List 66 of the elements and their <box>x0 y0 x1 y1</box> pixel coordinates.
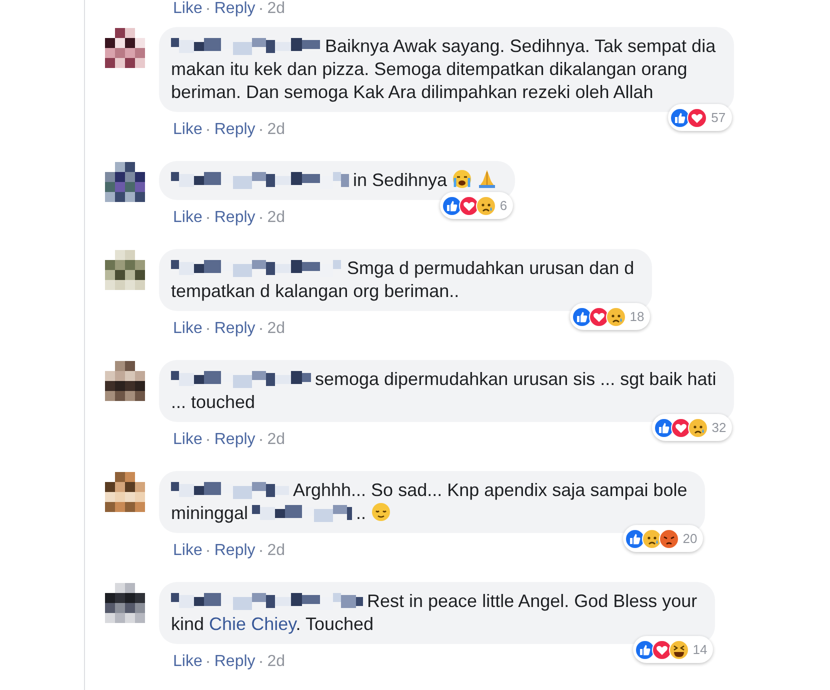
comment-text: beriman. Dan semoga Kak Ara dilimpahkan rezeki oleh Allah <box>171 82 654 102</box>
heart-reaction-icon <box>458 196 479 216</box>
like-reaction-icon <box>442 196 462 216</box>
like-link[interactable]: Like <box>173 320 202 338</box>
reaction-count: 32 <box>712 419 726 437</box>
sad-face-icon <box>606 306 626 326</box>
timestamp: 2d <box>267 431 286 449</box>
reply-link[interactable]: Reply <box>214 0 256 18</box>
heart-reaction-icon <box>588 306 609 326</box>
like-link[interactable]: Like <box>173 0 202 18</box>
reaction-count: 20 <box>682 530 698 548</box>
like-reaction-icon <box>634 640 655 660</box>
like-link[interactable]: Like <box>173 121 202 139</box>
reaction-badge[interactable]: 6 <box>440 192 514 219</box>
reply-link[interactable]: Reply <box>214 320 256 338</box>
comment-text: Rest in peace little Angel. God Bless your <box>367 591 698 611</box>
comment-text: Baiknya Awak sayang. Sedihnya. Tak sempat dia <box>325 36 716 56</box>
crying-face-icon <box>452 169 472 189</box>
like-link[interactable]: Like <box>173 209 202 227</box>
laughing-face-icon <box>668 640 689 660</box>
reaction-badge[interactable]: 18 <box>570 303 650 330</box>
timestamp: 2d <box>267 653 286 671</box>
comment-text: ... touched <box>171 392 256 412</box>
comment-text: kind <box>171 614 204 634</box>
sad-face-icon <box>688 418 708 438</box>
like-reaction-icon <box>654 418 674 438</box>
comment-text: . Touched <box>296 614 374 634</box>
reaction-badge[interactable]: 57 <box>668 104 732 131</box>
comment-text: tempatkan d kalangan org beriman.. <box>171 281 460 301</box>
reaction-count: 14 <box>692 641 708 659</box>
heart-reaction-icon <box>687 108 708 128</box>
reaction-count: 57 <box>711 109 726 127</box>
reaction-count: 18 <box>630 308 644 326</box>
comment-text: Smga d permudahkan urusan dan d <box>347 258 634 278</box>
like-link[interactable]: Like <box>173 653 202 671</box>
reaction-badge[interactable]: 20 <box>622 525 704 552</box>
reaction-badge[interactable]: 32 <box>652 414 732 441</box>
timestamp: 2d <box>267 0 286 18</box>
heart-reaction-icon <box>652 640 672 660</box>
timestamp: 2d <box>267 121 286 139</box>
like-link[interactable]: Like <box>173 431 202 449</box>
reply-link[interactable]: Reply <box>214 121 256 139</box>
comment-text: Arghhh... So sad... Knp apendix saja sampai bole <box>293 480 688 500</box>
timestamp: 2d <box>267 320 286 338</box>
comment-text: semoga dipermudahkan urusan sis ... sgt baik hati <box>315 369 716 389</box>
angry-face-icon <box>658 528 679 548</box>
reply-link[interactable]: Reply <box>214 653 256 671</box>
reaction-badge[interactable]: 14 <box>632 636 714 663</box>
reply-link[interactable]: Reply <box>214 431 256 449</box>
like-link[interactable]: Like <box>173 542 202 560</box>
comment-text: makan itu kek dan pizza. Semoga ditempatkan dikalangan orang <box>171 59 688 79</box>
like-reaction-icon <box>572 306 592 326</box>
sad-face-icon <box>642 528 662 548</box>
sad-face-icon <box>476 196 496 216</box>
comment-text: mininggal <box>171 503 248 523</box>
reply-link[interactable]: Reply <box>214 542 256 560</box>
relieved-face-icon <box>371 502 392 522</box>
like-reaction-icon <box>624 528 645 548</box>
comment-text: in Sedihnya <box>353 170 448 190</box>
timestamp: 2d <box>267 209 286 227</box>
timestamp: 2d <box>267 542 286 560</box>
heart-reaction-icon <box>670 418 691 438</box>
reaction-count: 6 <box>500 197 508 215</box>
comment-text: .. <box>356 503 366 523</box>
reply-link[interactable]: Reply <box>214 209 256 227</box>
name-link[interactable]: Chie Chiey <box>209 614 296 634</box>
